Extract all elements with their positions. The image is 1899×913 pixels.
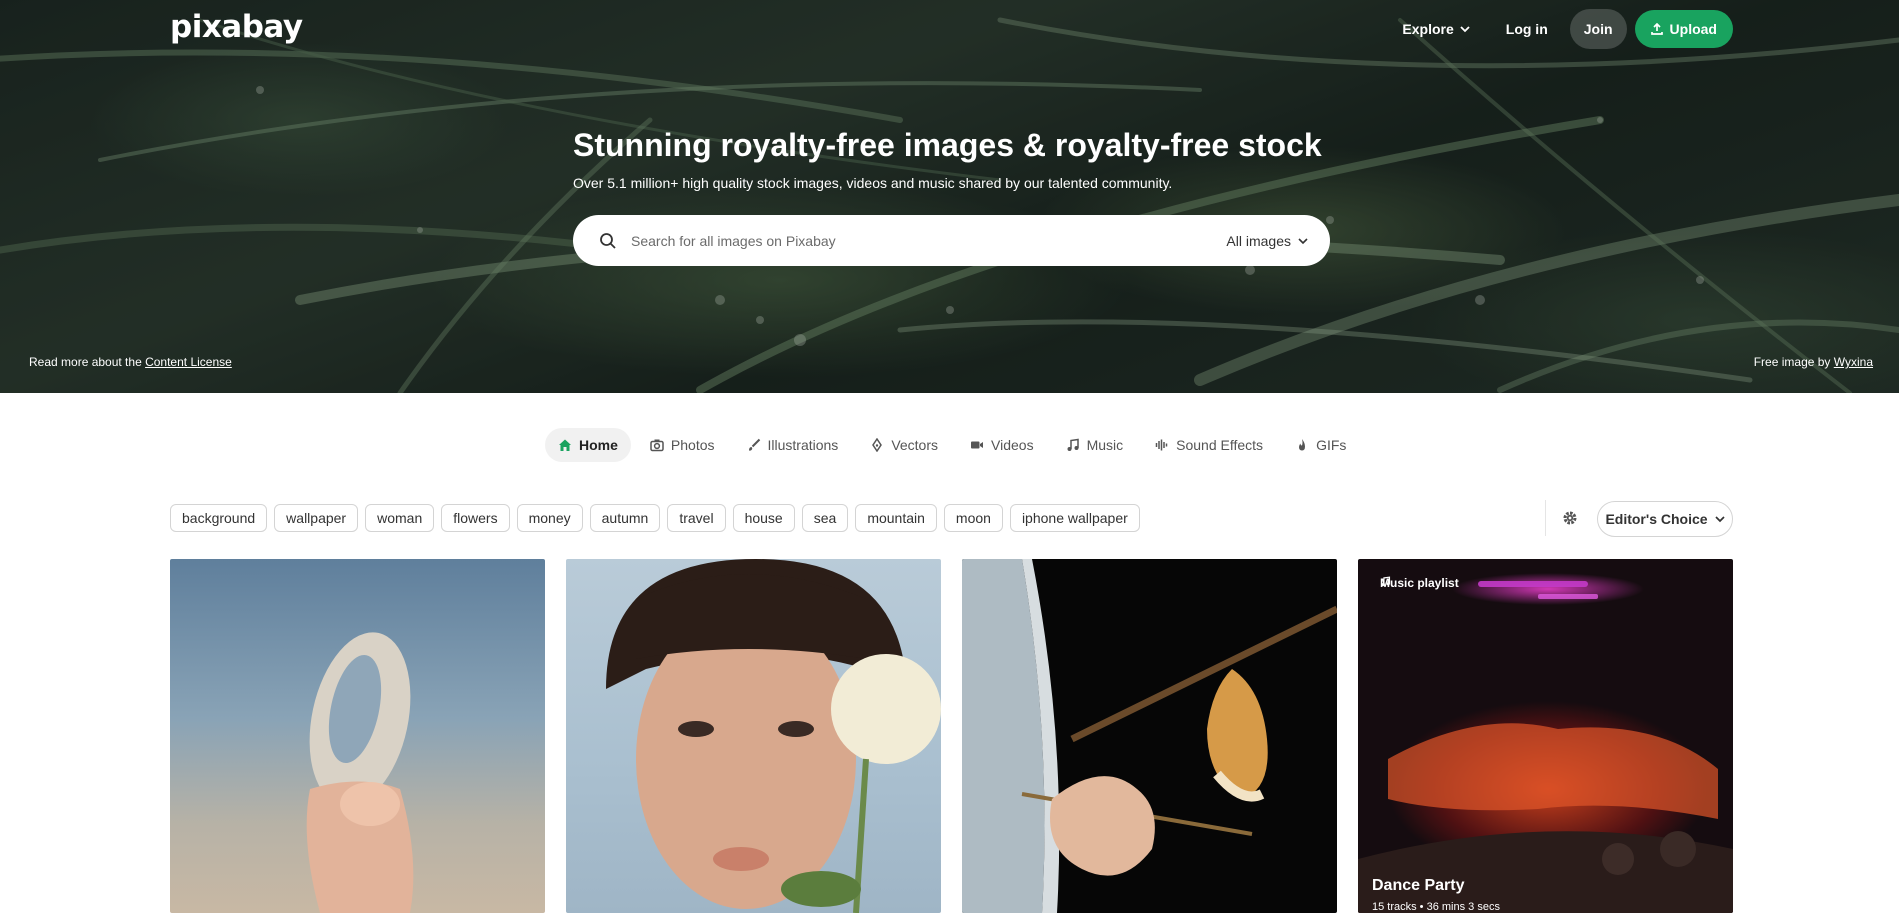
tab-music[interactable]: Music bbox=[1053, 428, 1137, 462]
music-icon bbox=[1381, 576, 1391, 587]
tag-chip[interactable]: house bbox=[732, 504, 795, 532]
divider bbox=[1545, 500, 1546, 536]
login-link[interactable]: Log in bbox=[1492, 9, 1562, 49]
tab-illustrations[interactable]: Illustrations bbox=[734, 428, 852, 462]
join-button[interactable]: Join bbox=[1569, 9, 1627, 49]
playlist-badge-label: Music playlist bbox=[1380, 576, 1459, 590]
tag-chip[interactable]: autumn bbox=[589, 504, 661, 532]
upload-label: Upload bbox=[1669, 21, 1717, 37]
search-type-select[interactable]: All images bbox=[1226, 233, 1308, 249]
video-icon bbox=[971, 441, 984, 449]
waveform-icon bbox=[1155, 439, 1168, 451]
upload-button[interactable]: Upload bbox=[1634, 10, 1733, 48]
pen-nib-icon bbox=[872, 438, 883, 452]
pixabay-logo[interactable]: pixabay bbox=[170, 9, 303, 45]
hero-subtitle: Over 5.1 million+ high quality stock ima… bbox=[573, 175, 1173, 191]
explore-label: Explore bbox=[1402, 21, 1454, 37]
tag-chip[interactable]: sea bbox=[801, 504, 849, 532]
sort-dropdown[interactable]: Editor's Choice bbox=[1597, 501, 1733, 537]
tag-chip[interactable]: money bbox=[516, 504, 583, 532]
image-card-seashell[interactable] bbox=[170, 559, 545, 913]
tab-sound-effects[interactable]: Sound Effects bbox=[1142, 428, 1276, 462]
search-bar: All images bbox=[573, 215, 1330, 266]
search-icon[interactable] bbox=[599, 232, 617, 250]
credit-author-link[interactable]: Wyxina bbox=[1834, 355, 1873, 369]
tag-chip[interactable]: mountain bbox=[855, 504, 937, 532]
license-prefix: Read more about the bbox=[29, 355, 146, 369]
tab-label: Illustrations bbox=[767, 437, 839, 453]
tag-chip[interactable]: iphone wallpaper bbox=[1009, 504, 1140, 532]
tab-label: Home bbox=[579, 437, 618, 453]
chevron-down-icon bbox=[1714, 516, 1725, 523]
tag-chip[interactable]: woman bbox=[365, 504, 435, 532]
tag-chip[interactable]: wallpaper bbox=[274, 504, 359, 532]
image-card-portrait[interactable] bbox=[566, 559, 941, 913]
playlist-badge: Music playlist bbox=[1380, 576, 1459, 590]
image-credit: Free image by Wyxina bbox=[1754, 355, 1873, 369]
tag-chip[interactable]: background bbox=[170, 504, 268, 532]
top-nav: Explore Log in Join Upload bbox=[1388, 9, 1733, 49]
hero-banner: pixabay Explore Log in Join Upload Stunn… bbox=[0, 0, 1899, 393]
tag-chip[interactable]: travel bbox=[667, 504, 726, 532]
search-input[interactable] bbox=[631, 232, 1191, 249]
flame-icon bbox=[1299, 439, 1306, 451]
music-playlist-card[interactable]: Music playlist Dance Party 15 tracks • 3… bbox=[1358, 559, 1733, 913]
tag-chip[interactable]: flowers bbox=[441, 504, 510, 532]
tag-chip[interactable]: moon bbox=[943, 504, 1003, 532]
tab-vectors[interactable]: Vectors bbox=[857, 428, 951, 462]
hero-title: Stunning royalty-free images & royalty-f… bbox=[573, 127, 1322, 163]
music-icon bbox=[1067, 438, 1079, 451]
tab-label: Music bbox=[1086, 437, 1124, 453]
explore-menu[interactable]: Explore bbox=[1388, 9, 1483, 49]
tab-videos[interactable]: Videos bbox=[957, 428, 1047, 462]
tab-label: Vectors bbox=[891, 437, 939, 453]
portrait-photo bbox=[606, 559, 941, 913]
tab-label: Photos bbox=[670, 437, 715, 453]
chevron-down-icon bbox=[1460, 26, 1470, 33]
camera-icon bbox=[650, 439, 664, 452]
tab-label: Videos bbox=[991, 437, 1034, 453]
search-type-label: All images bbox=[1226, 232, 1291, 249]
gear-icon[interactable] bbox=[1561, 509, 1579, 527]
playlist-title: Dance Party bbox=[1372, 877, 1465, 894]
content-license-link[interactable]: Content License bbox=[145, 355, 232, 369]
home-icon bbox=[559, 439, 571, 451]
tab-label: GIFs bbox=[1316, 437, 1347, 453]
tab-label: Sound Effects bbox=[1176, 437, 1264, 453]
tab-gifs[interactable]: GIFs bbox=[1282, 428, 1359, 462]
hero-overlay bbox=[0, 0, 1899, 393]
image-card-painter[interactable] bbox=[962, 559, 1337, 913]
license-note: Read more about the Content License bbox=[29, 355, 232, 369]
tab-home[interactable]: Home bbox=[545, 428, 631, 462]
dance-party-photo bbox=[1358, 581, 1733, 913]
chevron-down-icon bbox=[1298, 237, 1308, 244]
playlist-meta: 15 tracks • 36 mins 3 secs bbox=[1372, 901, 1500, 913]
category-tabs: Home Photos Illustrations Vectors Videos… bbox=[545, 428, 1359, 462]
sort-label: Editor's Choice bbox=[1605, 511, 1708, 527]
credit-prefix: Free image by bbox=[1753, 355, 1834, 369]
popular-tags: background wallpaper woman flowers money… bbox=[170, 504, 1140, 532]
painter-photo bbox=[962, 559, 1337, 913]
brush-icon bbox=[748, 438, 760, 451]
tab-photos[interactable]: Photos bbox=[637, 428, 728, 462]
seashell-photo bbox=[306, 632, 414, 913]
upload-icon bbox=[1650, 23, 1663, 35]
